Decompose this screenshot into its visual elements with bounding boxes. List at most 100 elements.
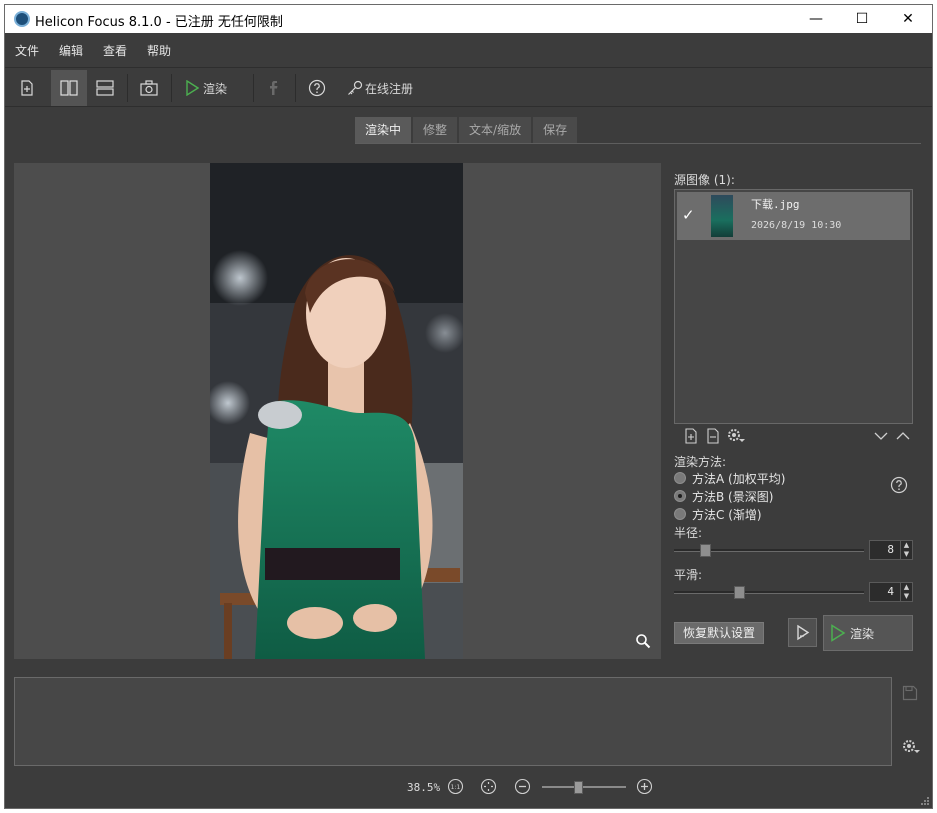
toolbar-render-label: 渲染 bbox=[202, 81, 227, 96]
source-images-label: 源图像 (1): bbox=[674, 173, 735, 187]
checkmark-icon[interactable]: ✓ bbox=[682, 206, 695, 224]
render-button-label: 渲染 bbox=[850, 626, 875, 641]
gear-dropdown-icon[interactable] bbox=[727, 428, 745, 444]
minimize-button[interactable]: — bbox=[793, 5, 839, 33]
menu-file[interactable]: 文件 bbox=[15, 42, 39, 59]
spin-arrows-icon[interactable]: ▲ ▼ bbox=[900, 583, 912, 601]
method-b-label: 方法B (景深图) bbox=[692, 489, 774, 504]
zoom-slider-handle[interactable] bbox=[574, 781, 583, 794]
render-selected-button[interactable] bbox=[788, 618, 817, 647]
actual-size-icon[interactable]: 1:1 bbox=[447, 778, 464, 795]
radius-slider[interactable] bbox=[674, 544, 864, 557]
key-icon bbox=[348, 80, 363, 95]
smoothing-value[interactable]: 4 bbox=[870, 585, 894, 598]
source-images-list[interactable]: ✓ 下载.jpg 2026/8/19 10:30 bbox=[674, 189, 913, 424]
source-file-date: 2026/8/19 10:30 bbox=[751, 220, 842, 231]
toolbar: 渲染 在线注册 bbox=[5, 67, 932, 107]
image-thumbnail bbox=[711, 195, 733, 237]
toolbar-render-button[interactable]: 渲染 bbox=[177, 70, 235, 106]
add-file-icon[interactable] bbox=[683, 428, 699, 444]
mode-tabs: 渲染中 修整 文本/缩放 保存 bbox=[355, 117, 578, 143]
method-c-option[interactable]: 方法C (渐增) bbox=[674, 506, 762, 522]
method-help-icon[interactable] bbox=[890, 476, 908, 494]
method-a-option[interactable]: 方法A (加权平均) bbox=[674, 470, 785, 486]
source-list-tools bbox=[677, 428, 913, 444]
facebook-icon bbox=[270, 81, 278, 95]
list-item[interactable]: ✓ 下载.jpg 2026/8/19 10:30 bbox=[677, 192, 910, 240]
zoom-slider-track bbox=[542, 786, 626, 788]
method-b-option[interactable]: 方法B (景深图) bbox=[674, 488, 773, 504]
smoothing-label: 平滑: bbox=[674, 568, 703, 582]
radius-label: 半径: bbox=[674, 526, 703, 540]
toolbar-separator bbox=[171, 74, 172, 102]
zoom-out-icon[interactable] bbox=[514, 778, 531, 795]
smoothing-slider-track bbox=[674, 591, 864, 594]
resize-grip-icon[interactable] bbox=[920, 796, 930, 806]
radio-method-c[interactable] bbox=[674, 508, 686, 520]
tab-text-scale[interactable]: 文本/缩放 bbox=[459, 117, 532, 143]
maximize-button[interactable]: ☐ bbox=[839, 5, 885, 33]
menu-view[interactable]: 查看 bbox=[103, 42, 127, 59]
menu-help[interactable]: 帮助 bbox=[147, 42, 171, 59]
layout-horizontal-icon bbox=[96, 80, 114, 96]
radius-value[interactable]: 8 bbox=[870, 543, 894, 556]
tethered-shooting-button[interactable] bbox=[133, 70, 165, 106]
portrait-illustration bbox=[210, 163, 463, 659]
zoom-slider[interactable] bbox=[542, 781, 626, 794]
play-outline-icon bbox=[797, 624, 810, 641]
radius-slider-handle[interactable] bbox=[700, 544, 711, 557]
spin-arrows-icon[interactable]: ▲ ▼ bbox=[900, 541, 912, 559]
radio-method-b[interactable] bbox=[674, 490, 686, 502]
render-button[interactable]: 渲染 bbox=[823, 615, 913, 651]
radio-method-a[interactable] bbox=[674, 472, 686, 484]
toolbar-separator bbox=[253, 74, 254, 102]
menu-edit[interactable]: 编辑 bbox=[59, 42, 83, 59]
chevron-up-icon[interactable] bbox=[895, 428, 911, 444]
smoothing-slider-handle[interactable] bbox=[734, 586, 745, 599]
render-method-title: 渲染方法: bbox=[674, 455, 727, 469]
menu-bar: 文件 编辑 查看 帮助 bbox=[5, 34, 932, 64]
log-settings-icon[interactable] bbox=[902, 739, 920, 755]
toolbar-separator bbox=[295, 74, 296, 102]
window-title: Helicon Focus 8.1.0 - 已注册 无任何限制 bbox=[35, 15, 283, 30]
magnify-icon[interactable] bbox=[635, 633, 651, 649]
save-log-icon[interactable] bbox=[902, 685, 918, 701]
camera-icon bbox=[140, 80, 158, 96]
facebook-button[interactable] bbox=[259, 70, 289, 106]
help-icon bbox=[308, 79, 326, 97]
layout-vertical-icon bbox=[60, 80, 78, 96]
layout-stacked-button[interactable] bbox=[89, 70, 121, 106]
remove-file-icon[interactable] bbox=[705, 428, 721, 444]
tabs-underline bbox=[355, 143, 921, 144]
tab-retouching[interactable]: 修整 bbox=[413, 117, 458, 143]
method-c-label: 方法C (渐增) bbox=[692, 507, 762, 522]
svg-text:1:1: 1:1 bbox=[451, 784, 461, 791]
preview-photo bbox=[210, 163, 463, 659]
title-bar: Helicon Focus 8.1.0 - 已注册 无任何限制 — ☐ ✕ bbox=[5, 5, 932, 33]
add-file-icon bbox=[21, 80, 33, 96]
close-button[interactable]: ✕ bbox=[885, 5, 931, 33]
app-window: Helicon Focus 8.1.0 - 已注册 无任何限制 — ☐ ✕ 文件… bbox=[4, 4, 933, 809]
toolbar-separator bbox=[127, 74, 128, 102]
chevron-down-icon[interactable] bbox=[873, 428, 889, 444]
log-panel[interactable] bbox=[14, 677, 892, 766]
smoothing-slider[interactable] bbox=[674, 586, 864, 599]
play-icon bbox=[186, 80, 199, 96]
online-register-button[interactable]: 在线注册 bbox=[343, 70, 417, 106]
image-preview-panel[interactable] bbox=[14, 163, 661, 659]
smoothing-spinbox[interactable]: 4 ▲ ▼ bbox=[869, 582, 913, 602]
tab-rendering[interactable]: 渲染中 bbox=[355, 117, 412, 143]
fit-to-window-icon[interactable] bbox=[480, 778, 497, 795]
zoom-level: 38.5% bbox=[407, 781, 441, 794]
layout-side-by-side-button[interactable] bbox=[51, 70, 87, 106]
reset-defaults-button[interactable]: 恢复默认设置 bbox=[674, 622, 764, 644]
radius-spinbox[interactable]: 8 ▲ ▼ bbox=[869, 540, 913, 560]
app-logo-icon bbox=[14, 11, 30, 27]
add-images-button[interactable] bbox=[11, 70, 43, 106]
play-icon bbox=[831, 624, 846, 642]
source-file-name: 下载.jpg bbox=[751, 198, 800, 211]
help-button[interactable] bbox=[301, 70, 333, 106]
tab-save[interactable]: 保存 bbox=[533, 117, 578, 143]
online-register-label: 在线注册 bbox=[364, 81, 413, 96]
zoom-in-icon[interactable] bbox=[636, 778, 653, 795]
